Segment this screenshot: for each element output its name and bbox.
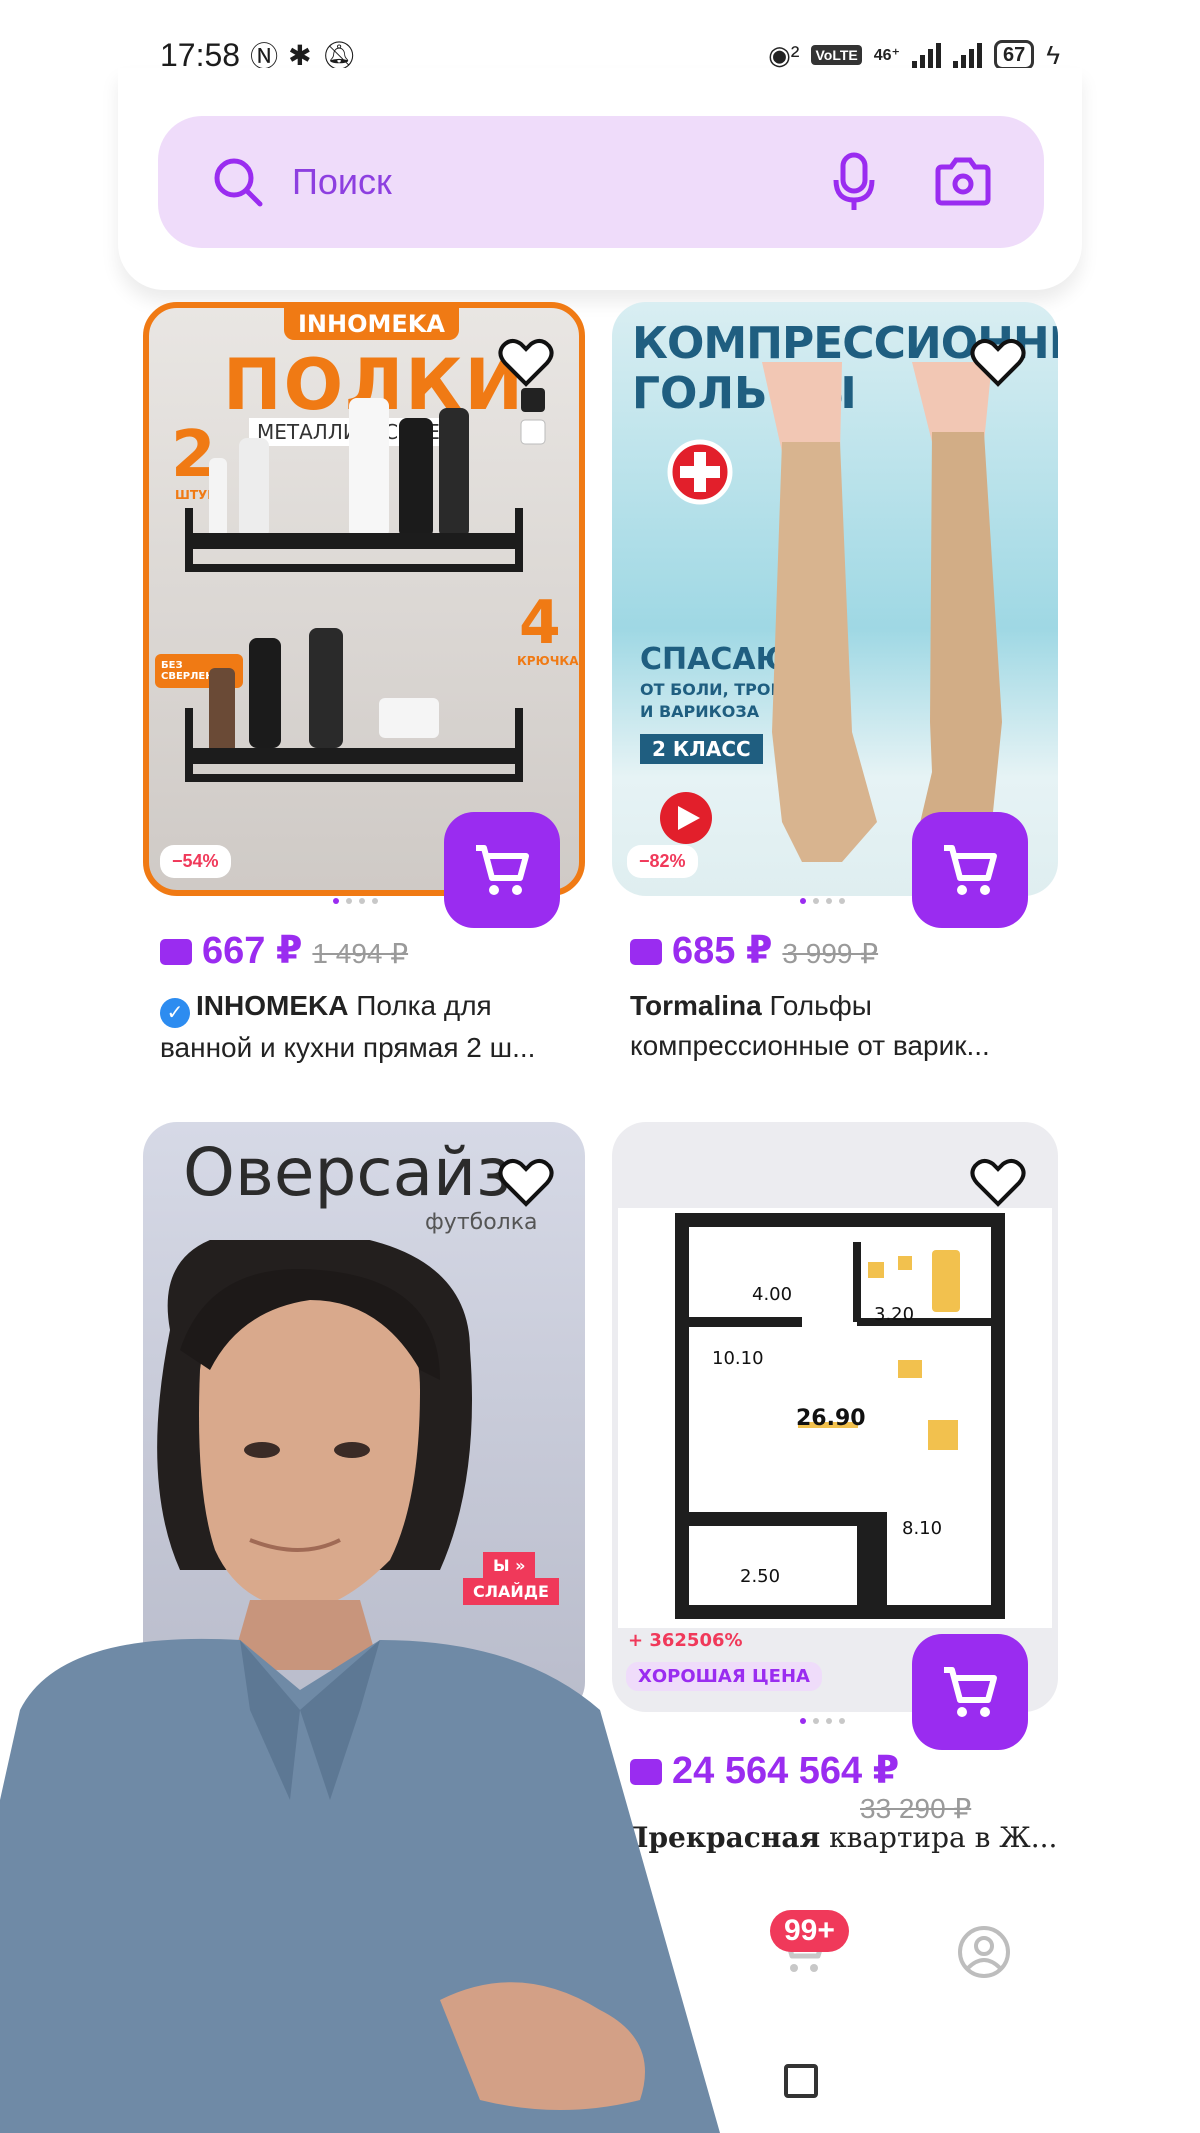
discount-badge: −54%: [160, 845, 231, 878]
signal-icon: [911, 41, 941, 69]
wallet-icon: [630, 939, 662, 965]
room-label-hall: 4.00: [752, 1284, 793, 1305]
image-subheadline: футболка: [425, 1210, 538, 1235]
recent-apps-button[interactable]: [784, 2064, 818, 2098]
image-pagination: [333, 898, 378, 904]
charging-icon: ϟ: [1046, 39, 1060, 70]
shelves-illustration: [185, 388, 546, 782]
microphone-icon[interactable]: [832, 152, 876, 212]
discount-badge: −82%: [627, 845, 698, 878]
signal-icon-2: [952, 41, 982, 69]
brand-name: INHOMEKA: [196, 990, 349, 1021]
wallet-icon: [160, 939, 192, 965]
image-pagination: [800, 1718, 845, 1724]
battery-level: 67: [1002, 43, 1026, 66]
room-label-room: 8.10: [902, 1518, 943, 1539]
profile-icon[interactable]: [956, 1924, 1012, 1980]
hotspot-icon: ◉²: [768, 39, 800, 70]
favorite-heart-icon[interactable]: [497, 336, 555, 388]
price-row: 667 ₽ 1 494 ₽: [160, 928, 408, 973]
search-icon: [214, 158, 263, 207]
product-title[interactable]: ✓ INHOMEKA Полка для ванной и кухни пряма…: [160, 986, 590, 1068]
add-to-cart-button[interactable]: [912, 1634, 1028, 1750]
add-to-cart-button[interactable]: [912, 812, 1028, 928]
old-price: 3 999 ₽: [782, 938, 879, 969]
old-price: 1 494 ₽: [312, 938, 409, 969]
image-headline: Оверсайз: [183, 1134, 512, 1211]
camera-icon[interactable]: [934, 157, 992, 207]
price: 685 ₽: [672, 930, 773, 972]
add-to-cart-button[interactable]: [444, 812, 560, 928]
image-pagination: [800, 898, 845, 904]
product-image-socks[interactable]: КОМПРЕССИОННЫЕ ГОЛЬФЫ СПАСАЮТ ОТ БОЛИ, Т…: [612, 302, 1058, 896]
cart-icon: [944, 1667, 997, 1717]
price-row: 685 ₽ 3 999 ₽: [630, 928, 878, 973]
room-label-total: 26.90: [796, 1406, 866, 1431]
cart-icon: [476, 845, 529, 895]
favorite-heart-icon[interactable]: [969, 1156, 1027, 1208]
room-label-bath: 3.20: [874, 1304, 915, 1325]
volte-icon: VoLTE: [811, 45, 862, 65]
mute-bell-icon: 🔕︎: [321, 39, 358, 71]
cart-icon: [944, 845, 997, 895]
brand-name: Tormalina: [630, 990, 762, 1021]
product-name: квартира в Ж...: [829, 1821, 1058, 1854]
room-label-balcony: 2.50: [740, 1566, 781, 1587]
bluetooth-icon: ✱: [288, 39, 312, 71]
presenter-overlay: [0, 1240, 720, 2133]
cart-count-badge: 99+: [770, 1910, 849, 1952]
product-title[interactable]: Tormalina Гольфы компрессионные от варик…: [630, 986, 1060, 1066]
search-input[interactable]: Поиск: [292, 161, 832, 203]
price: 667 ₽: [202, 930, 303, 972]
favorite-heart-icon[interactable]: [497, 1156, 555, 1208]
network-type: 46⁺: [873, 47, 900, 64]
verified-icon: ✓: [160, 998, 190, 1028]
battery-icon: 67: [993, 40, 1035, 70]
search-bar[interactable]: Поиск: [158, 116, 1044, 248]
favorite-heart-icon[interactable]: [969, 336, 1027, 388]
product-image-shelves[interactable]: INHOMEKA ПОЛКИ МЕТАЛЛИЧЕСКИЕ 2 ШТУКИ 4 К…: [143, 302, 585, 896]
socks-illustration: [660, 362, 1002, 862]
